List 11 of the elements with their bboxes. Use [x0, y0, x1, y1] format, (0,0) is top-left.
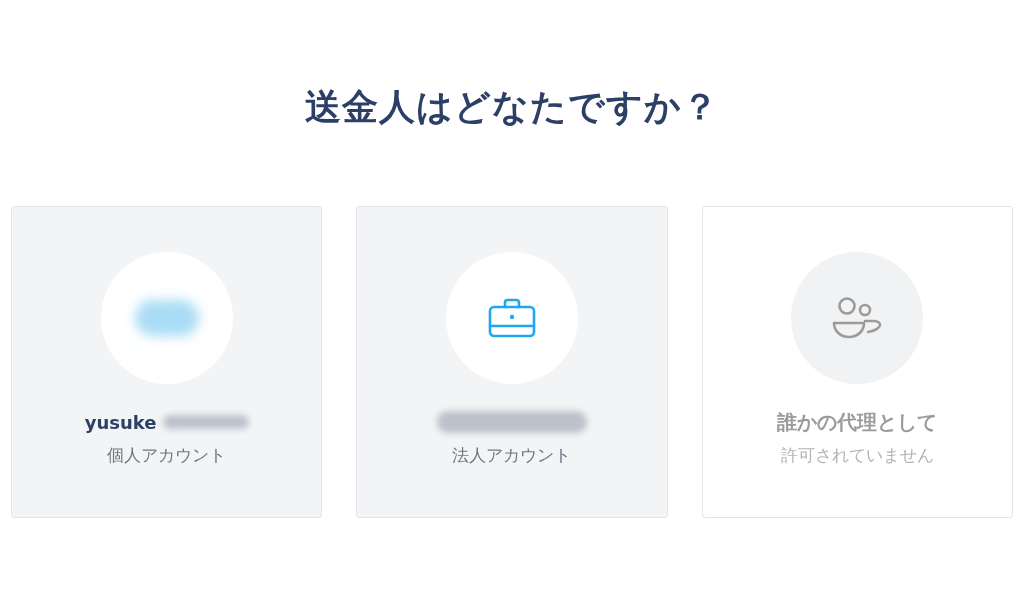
account-name: yusuke: [84, 410, 157, 435]
page-title: 送金人はどなたですか？: [305, 85, 719, 129]
account-type-label: 個人アカウント: [107, 444, 227, 467]
account-name: 誰かの代理として: [777, 409, 938, 436]
account-card[interactable]: yusuke 個人アカウント: [11, 206, 323, 518]
people-icon: [832, 297, 883, 339]
briefcase-icon: [488, 298, 536, 338]
blurred-blob-icon: [134, 300, 199, 336]
account-card[interactable]: 法人アカウント: [356, 206, 668, 518]
account-type-label: 法人アカウント: [452, 444, 572, 467]
account-type-label: 許可されていません: [780, 444, 934, 467]
